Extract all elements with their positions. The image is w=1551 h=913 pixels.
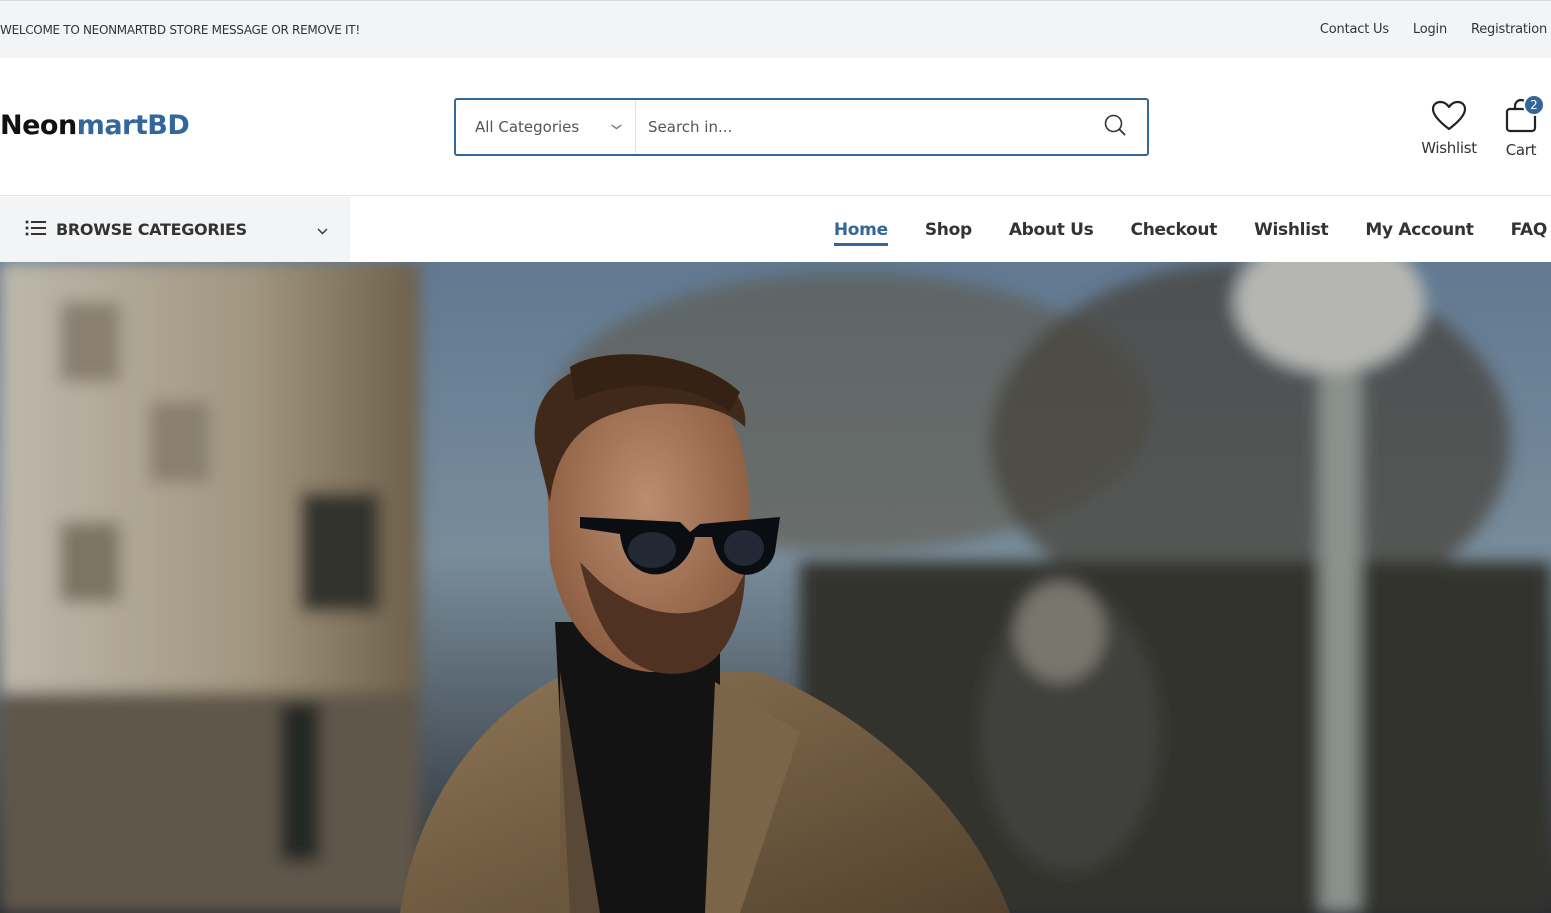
heart-icon [1431,100,1467,136]
chevron-down-icon [610,122,623,133]
browse-categories-label: BROWSE CATEGORIES [56,220,247,239]
nav-wishlist[interactable]: Wishlist [1254,220,1329,240]
search-icon [1104,114,1126,140]
login-link[interactable]: Login [1413,22,1447,37]
logo-text-primary: Neon [0,110,77,141]
wishlist-label: Wishlist [1421,139,1477,157]
nav-home[interactable]: Home [833,220,888,246]
logo-text-accent: martBD [76,110,190,141]
nav-my-account[interactable]: My Account [1365,220,1474,240]
search-button[interactable] [1083,100,1147,154]
header: NeonmartBD All Categories Wishlist 2 Car… [0,58,1551,196]
top-links: Contact Us Login Registration [1320,22,1551,37]
nav-faq[interactable]: FAQ [1511,220,1548,240]
browse-categories-toggle[interactable]: BROWSE CATEGORIES [0,197,350,262]
cart-label: Cart [1505,141,1537,159]
top-bar: WELCOME TO NEONMARTBD STORE MESSAGE OR R… [0,0,1551,58]
search-input[interactable] [636,100,1083,154]
category-select-value: All Categories [475,118,580,136]
list-icon [25,220,47,240]
search-bar: All Categories [454,98,1149,156]
category-select[interactable]: All Categories [456,100,636,154]
wishlist-button[interactable]: Wishlist [1416,100,1482,157]
nav-about-us[interactable]: About Us [1009,220,1094,240]
welcome-message: WELCOME TO NEONMARTBD STORE MESSAGE OR R… [0,22,360,37]
hero-image [0,262,1551,913]
site-logo[interactable]: NeonmartBD [0,110,190,141]
nav-checkout[interactable]: Checkout [1131,220,1218,240]
cart-count-badge: 2 [1523,94,1545,116]
hero-banner[interactable] [0,262,1551,913]
nav-shop[interactable]: Shop [925,220,972,240]
chevron-down-icon [317,220,328,239]
cart-button[interactable]: 2 Cart [1496,94,1546,159]
primary-nav: Home Shop About Us Checkout Wishlist My … [833,197,1548,262]
main-navbar: BROWSE CATEGORIES Home Shop About Us Che… [0,197,1551,262]
registration-link[interactable]: Registration [1471,22,1547,37]
contact-us-link[interactable]: Contact Us [1320,22,1389,37]
